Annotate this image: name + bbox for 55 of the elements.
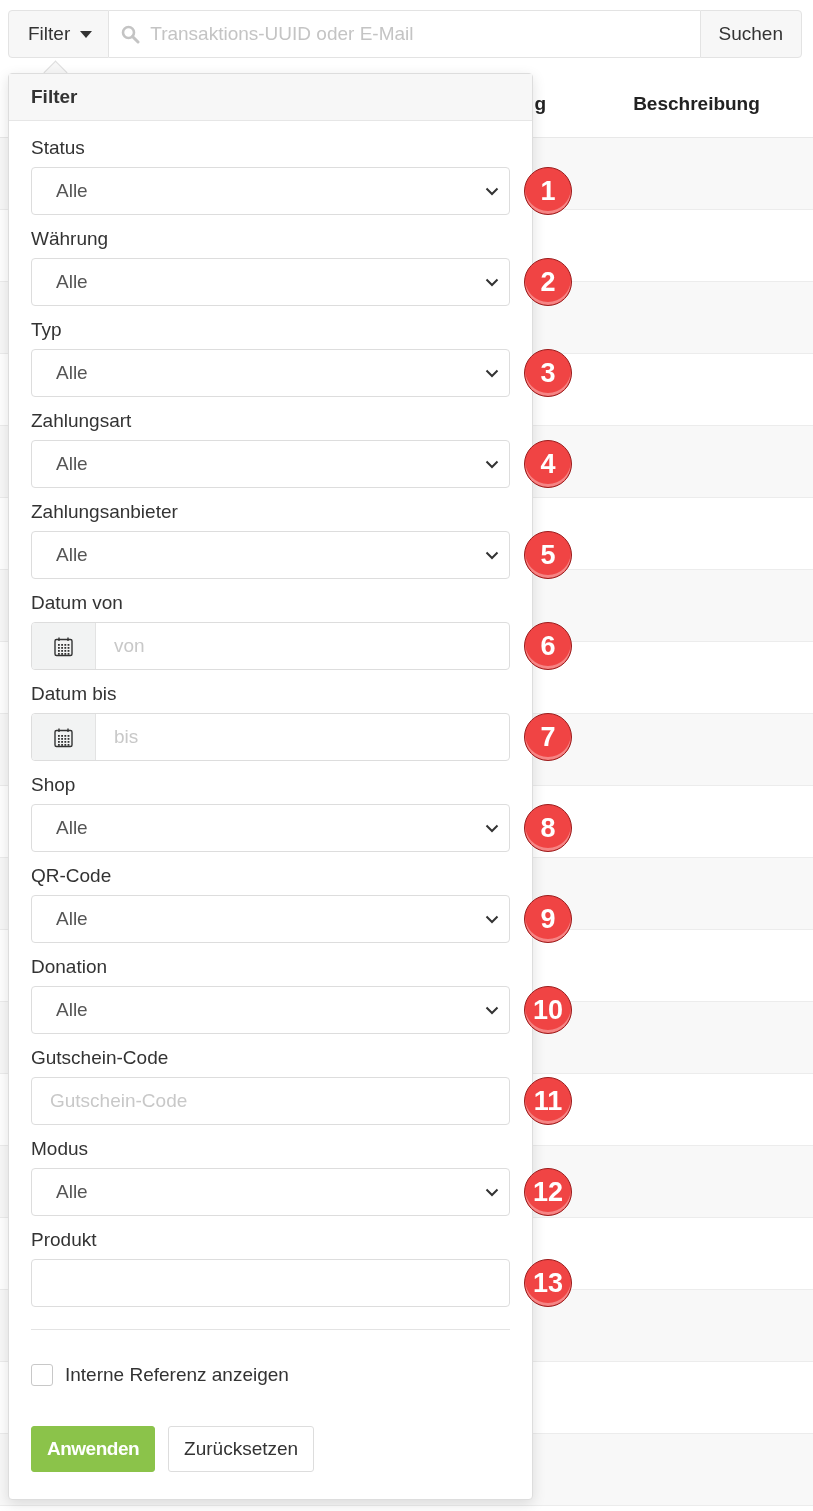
- select-field[interactable]: Alle: [31, 349, 510, 397]
- field-label: Modus: [31, 1138, 89, 1159]
- select-field[interactable]: Alle: [31, 986, 510, 1034]
- field-label: QR-Code: [31, 865, 112, 886]
- caret-icon: [80, 30, 93, 38]
- select-field[interactable]: Alle: [31, 440, 510, 488]
- field-label: Zahlungsart: [31, 410, 132, 431]
- column-header: Beschreibung: [633, 92, 760, 114]
- chevron-down-icon: [485, 186, 499, 196]
- select-field[interactable]: Alle: [31, 167, 510, 215]
- search-field[interactable]: Transaktions-UUID oder E-Mail: [150, 11, 688, 57]
- field-label: Donation: [31, 956, 108, 977]
- select-field[interactable]: Alle: [31, 804, 510, 852]
- chevron-down-icon: [485, 368, 499, 378]
- field-label: Datum bis: [31, 683, 117, 704]
- checkbox[interactable]: [31, 1364, 53, 1386]
- chevron-down-icon: [485, 277, 499, 287]
- checkbox-label: Interne Referenz anzeigen: [65, 1364, 289, 1386]
- reset-button[interactable]: Zurücksetzen: [168, 1426, 315, 1472]
- calendar-icon: [53, 635, 74, 657]
- select-field[interactable]: Alle: [31, 258, 510, 306]
- popover-title: Filter: [31, 86, 78, 108]
- chevron-down-icon: [485, 1005, 499, 1015]
- search-button[interactable]: Suchen: [699, 10, 802, 58]
- number-marker: 5: [524, 531, 572, 579]
- field-label: Zahlungsanbieter: [31, 501, 178, 522]
- number-marker: 11: [524, 1077, 572, 1125]
- number-marker: 10: [524, 986, 572, 1034]
- field-label: Typ: [31, 319, 62, 340]
- chevron-down-icon: [485, 1187, 499, 1197]
- field-label: Status: [31, 137, 85, 158]
- field-label: Shop: [31, 774, 76, 795]
- text-field[interactable]: [31, 1259, 510, 1307]
- chevron-down-icon: [485, 550, 499, 560]
- search-icon: [121, 24, 141, 44]
- chevron-down-icon: [485, 823, 499, 833]
- select-field[interactable]: Alle: [31, 531, 510, 579]
- select-field[interactable]: Alle: [31, 1168, 510, 1216]
- field-label: Gutschein-Code: [31, 1047, 169, 1068]
- number-marker: 9: [524, 895, 572, 943]
- number-marker: 6: [524, 622, 572, 670]
- chevron-down-icon: [485, 459, 499, 469]
- field-label: Datum von: [31, 592, 123, 613]
- number-marker: 2: [524, 258, 572, 306]
- chevron-down-icon: [485, 914, 499, 924]
- number-marker: 8: [524, 804, 572, 852]
- field-label: Währung: [31, 228, 109, 249]
- filter-button[interactable]: Filter: [8, 10, 110, 58]
- select-field[interactable]: Alle: [31, 895, 510, 943]
- calendar-icon: [53, 726, 74, 748]
- column-header: g: [534, 92, 546, 114]
- field-label: Produkt: [31, 1229, 97, 1250]
- number-marker: 13: [524, 1259, 572, 1307]
- number-marker: 3: [524, 349, 572, 397]
- number-marker: 1: [524, 167, 572, 215]
